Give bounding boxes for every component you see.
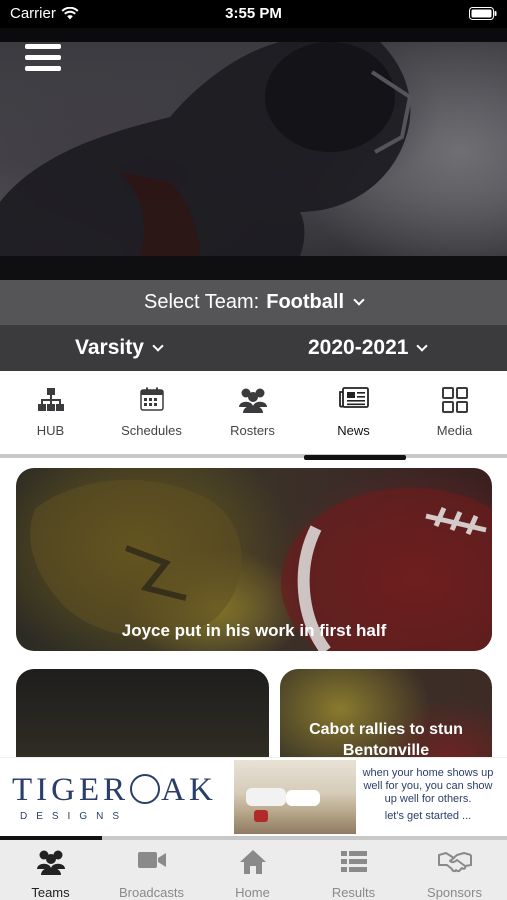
hero-bottom-band bbox=[0, 256, 507, 280]
newspaper-icon bbox=[338, 387, 369, 408]
filter-bar: Varsity 2020-2021 bbox=[0, 325, 507, 371]
hamburger-menu-icon[interactable] bbox=[25, 44, 61, 74]
news-card[interactable]: Cabot rallies to stun Bentonville bbox=[280, 669, 492, 757]
nav-results[interactable]: Results bbox=[303, 840, 404, 900]
lion-logo-icon bbox=[130, 774, 161, 804]
ad-tagline: when your home shows up well for you, yo… bbox=[362, 767, 494, 805]
nav-label: Results bbox=[331, 885, 376, 900]
select-team-dropdown[interactable]: Select Team: Football bbox=[0, 280, 507, 325]
tab-news[interactable]: News bbox=[303, 371, 404, 454]
news-card[interactable] bbox=[16, 669, 269, 757]
bedroom-photo bbox=[234, 760, 356, 834]
nav-sponsors[interactable]: Sponsors bbox=[404, 840, 505, 900]
status-bar: Carrier 3:55 PM bbox=[0, 0, 507, 28]
battery-icon bbox=[469, 7, 497, 24]
tab-label: Media bbox=[436, 423, 473, 438]
org-chart-icon bbox=[37, 388, 64, 411]
nav-broadcasts[interactable]: Broadcasts bbox=[101, 840, 202, 900]
video-camera-icon bbox=[137, 852, 166, 868]
nav-label: Sponsors bbox=[427, 885, 482, 900]
teams-icon bbox=[36, 850, 65, 875]
active-tab-indicator bbox=[304, 455, 406, 460]
bottom-navigation: Teams Broadcasts Home Results Sponsors bbox=[0, 840, 507, 900]
tab-label: Schedules bbox=[121, 423, 182, 438]
hero-image bbox=[0, 42, 507, 280]
player-silhouette bbox=[0, 42, 413, 256]
calendar-icon bbox=[139, 387, 164, 411]
tab-rosters[interactable]: Rosters bbox=[202, 371, 303, 454]
handshake-icon bbox=[437, 852, 472, 873]
ad-copy: when your home shows up well for you, yo… bbox=[358, 767, 498, 823]
news-title: Cabot rallies to stun Bentonville bbox=[309, 721, 463, 757]
chevron-down-icon bbox=[152, 339, 164, 352]
nav-label: Home bbox=[235, 885, 270, 900]
chevron-down-icon bbox=[353, 294, 365, 306]
nav-teams[interactable]: Teams bbox=[0, 840, 101, 900]
tab-label: News bbox=[337, 423, 370, 438]
section-tabs: HUB Schedules Rosters News Media bbox=[0, 371, 507, 458]
tab-label: HUB bbox=[36, 423, 65, 438]
hero-banner bbox=[0, 28, 507, 280]
nav-label: Broadcasts bbox=[118, 885, 185, 900]
tab-hub[interactable]: HUB bbox=[0, 371, 101, 454]
group-icon bbox=[238, 388, 267, 413]
news-title: Joyce put in his work in first half bbox=[121, 621, 387, 640]
grid-icon bbox=[441, 387, 468, 413]
tab-media[interactable]: Media bbox=[404, 371, 505, 454]
tab-label: Rosters bbox=[230, 423, 275, 438]
level-dropdown[interactable]: Varsity bbox=[75, 336, 164, 360]
ad-brand-sub: DESIGNS bbox=[20, 811, 129, 822]
select-team-value: Football bbox=[266, 291, 344, 313]
chevron-down-icon bbox=[416, 339, 429, 352]
season-dropdown[interactable]: 2020-2021 bbox=[308, 336, 429, 360]
level-value: Varsity bbox=[75, 336, 144, 359]
nav-home[interactable]: Home bbox=[202, 840, 303, 900]
season-value: 2020-2021 bbox=[308, 336, 409, 359]
ad-cta: let's get started ... bbox=[384, 810, 472, 822]
nav-label: Teams bbox=[31, 885, 70, 900]
status-time: 3:55 PM bbox=[225, 5, 282, 22]
select-team-label: Select Team: bbox=[143, 291, 260, 313]
news-card[interactable]: Joyce put in his work in first half bbox=[16, 468, 492, 651]
app-screen: Carrier 3:55 PM Select Team: Football Va… bbox=[0, 0, 507, 900]
sponsor-ad-banner[interactable]: TIGER AK DESIGNS when your home shows up … bbox=[0, 757, 507, 836]
list-icon bbox=[340, 851, 367, 872]
news-list: Joyce put in his work in first half Cabo… bbox=[0, 462, 507, 757]
home-icon bbox=[239, 850, 266, 874]
ad-brand: TIGER AK bbox=[12, 772, 217, 808]
tab-schedules[interactable]: Schedules bbox=[101, 371, 202, 454]
